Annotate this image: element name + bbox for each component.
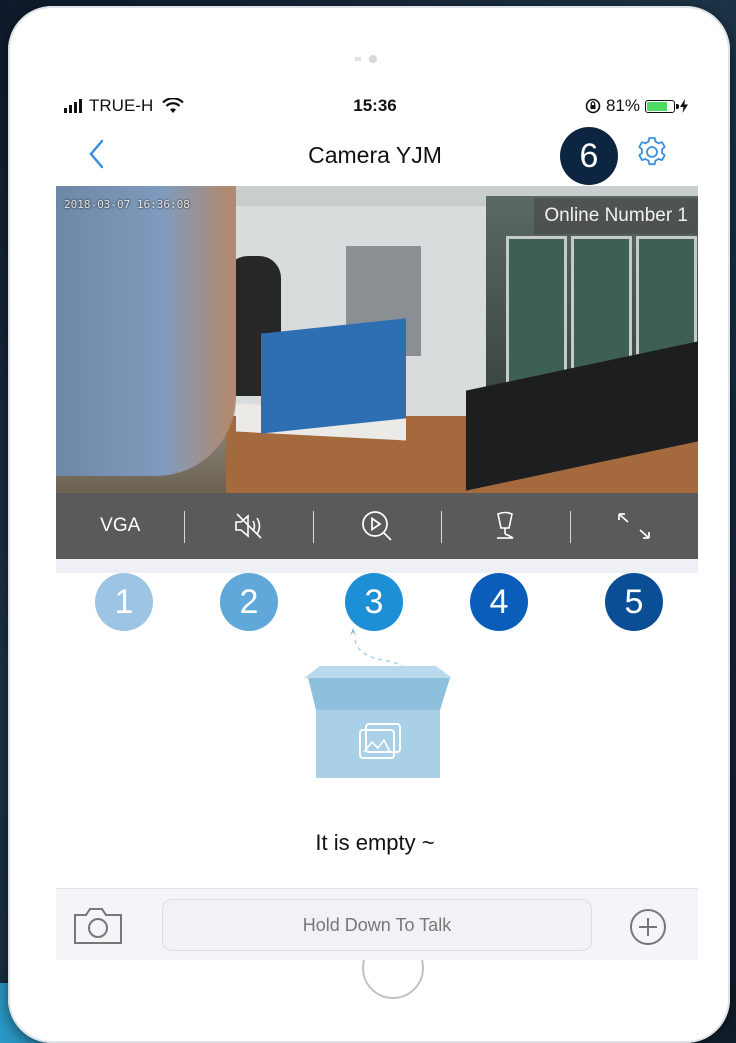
plus-circle-icon — [630, 909, 666, 945]
annotation-badge-5: 5 — [605, 573, 663, 631]
battery-icon — [645, 99, 679, 113]
rotation-lock-icon — [585, 98, 601, 114]
camera-icon — [74, 908, 122, 944]
fullscreen-button[interactable] — [569, 493, 698, 559]
gear-icon — [638, 137, 666, 166]
charging-icon — [680, 99, 688, 113]
add-button[interactable] — [628, 907, 668, 947]
quality-label: VGA — [100, 515, 141, 536]
annotation-badge-4: 4 — [470, 573, 528, 631]
section-divider — [56, 559, 698, 573]
mute-speaker-icon — [234, 513, 262, 539]
empty-state-message: It is empty ~ — [315, 830, 435, 855]
annotation-badge-2: 2 — [220, 573, 278, 631]
fullscreen-icon — [617, 513, 650, 539]
bottom-toolbar: Hold Down To Talk — [56, 888, 698, 960]
online-count-badge: Online Number 1 — [534, 198, 698, 234]
hold-to-talk-button[interactable]: Hold Down To Talk — [162, 899, 592, 951]
front-camera — [369, 55, 377, 63]
annotation-badge-1: 1 — [95, 573, 153, 631]
microphone-icon — [497, 511, 514, 539]
annotation-badge-6: 6 — [560, 127, 618, 185]
playback-search-icon — [362, 511, 392, 541]
playback-search-button[interactable] — [312, 493, 441, 559]
quality-button[interactable]: VGA — [56, 493, 184, 559]
video-control-bar: VGA — [56, 493, 698, 559]
microphone-button[interactable] — [441, 493, 569, 559]
video-timestamp: 2018-03-07 16:36:08 — [64, 198, 190, 211]
live-video-feed[interactable]: 2018-03-07 16:36:08 Online Number 1 — [56, 186, 698, 493]
battery-percent: 81% — [605, 96, 640, 115]
mute-button[interactable] — [184, 493, 312, 559]
app-screen: TRUE-H 15:36 81% Camera YJM 2018-03-07 1… — [52, 88, 698, 960]
annotation-badge-3: 3 — [345, 573, 403, 631]
empty-box-illustration — [298, 618, 458, 783]
sensor — [355, 57, 361, 61]
snapshot-button[interactable] — [70, 903, 126, 947]
status-bar: TRUE-H 15:36 81% — [52, 88, 698, 124]
settings-button[interactable] — [634, 134, 670, 170]
